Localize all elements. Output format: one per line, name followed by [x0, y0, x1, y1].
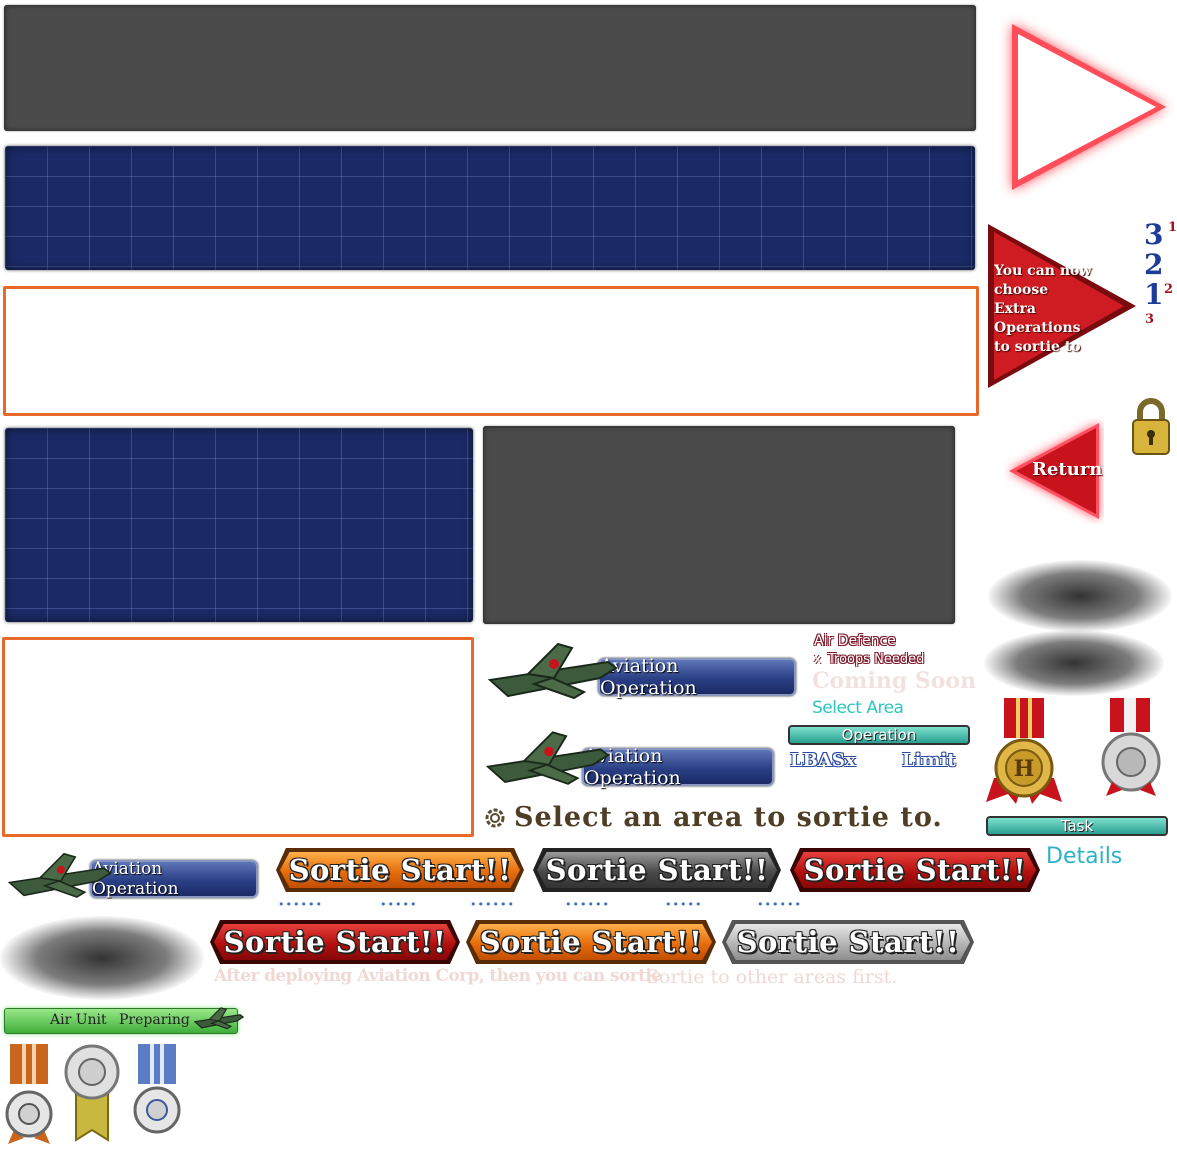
sortie-start-button[interactable]: Sortie Start!! [722, 920, 974, 964]
air-defence-label: Air Defence [814, 633, 896, 649]
sortie-start-label: Sortie Start!! [288, 853, 512, 887]
cloud-icon [984, 630, 1164, 696]
bronze-medal-icon [5, 1044, 53, 1144]
lock-icon [1132, 398, 1170, 455]
sortie-start-button[interactable]: Sortie Start!! [276, 848, 524, 892]
select-sortie-area-text: Select an area to sortie to. [514, 802, 943, 833]
rank-digit-1: 1 [1144, 278, 1164, 311]
extra-operations-text: You can now choose Extra Operations to s… [994, 263, 1092, 355]
return-label: Return [1032, 459, 1103, 480]
task-bar[interactable]: Task [986, 816, 1168, 836]
dots-decoration: •••••• [565, 898, 610, 911]
rank-small-3: 3 [1145, 312, 1155, 327]
preparing-label: Preparing [119, 1012, 190, 1028]
rank-small-1: 1 [1168, 220, 1177, 235]
extra-operations-banner: You can now choose Extra Operations to s… [986, 222, 1138, 390]
plane-icon [486, 731, 610, 785]
sortie-other-areas-text: Sortie to other areas first. [646, 966, 898, 988]
operation-bar[interactable]: Operation [788, 725, 970, 745]
aviation-operation-label: Aviation Operation [600, 655, 697, 699]
gear-icon [485, 808, 505, 828]
rank-digits: 3 2 1 1 2 3 [1142, 218, 1177, 333]
panel-outline-half [2, 637, 474, 837]
plane-icon [8, 852, 112, 898]
coming-soon-label: Coming Soon [812, 668, 977, 694]
svg-text:H: H [1014, 756, 1035, 782]
play-arrow-icon[interactable] [990, 12, 1175, 202]
dots-decoration: •••••• [470, 898, 515, 911]
times-label: x [814, 652, 822, 666]
sortie-start-label: Sortie Start!! [736, 925, 960, 959]
after-deploying-text: After deploying Aviation Corp, then you … [214, 966, 662, 986]
panel-outline-wide [3, 286, 979, 416]
sortie-start-button[interactable]: Sortie Start!! [466, 920, 716, 964]
sortie-start-button[interactable]: Sortie Start!! [790, 848, 1040, 892]
lbas-label: LBASx [790, 750, 856, 771]
sortie-start-button[interactable]: Sortie Start!! [210, 920, 460, 964]
air-unit-label: Air Unit [50, 1012, 107, 1028]
rank-digit-3: 3 [1144, 218, 1164, 251]
panel-gray-half [483, 426, 955, 624]
sortie-start-label: Sortie Start!! [223, 925, 447, 959]
dots-decoration: ••••• [665, 898, 703, 911]
aviation-operation-badge[interactable]: Aviation Operation [90, 859, 258, 899]
rank-digit-2: 2 [1144, 248, 1164, 281]
panel-navy-half [5, 428, 473, 622]
return-button[interactable]: Return [1004, 418, 1104, 524]
panel-navy-wide [5, 146, 975, 270]
rank-small-2: 2 [1164, 282, 1174, 297]
sortie-start-label: Sortie Start!! [545, 853, 769, 887]
plane-icon [488, 642, 618, 700]
details-link[interactable]: Details [1046, 844, 1122, 869]
panel-gray-wide [4, 5, 976, 131]
cloud-icon [988, 560, 1172, 632]
aviation-operation-label: Aviation Operation [92, 859, 179, 899]
dots-decoration: ••••• [380, 898, 418, 911]
select-area-label: Select Area [812, 698, 904, 718]
silver-medal-icon [1101, 698, 1161, 796]
dots-decoration: •••••• [278, 898, 323, 911]
dots-decoration: •••••• [757, 898, 802, 911]
aviation-operation-label: Aviation Operation [584, 745, 681, 789]
limit-label: Limit [902, 750, 956, 771]
sortie-start-label: Sortie Start!! [479, 925, 703, 959]
sortie-start-button[interactable]: Sortie Start!! [533, 848, 781, 892]
troops-needed-label: Troops Needed [828, 652, 925, 667]
plane-icon [194, 1007, 244, 1030]
blue-medal-icon [133, 1044, 181, 1134]
aviation-operation-badge[interactable]: Aviation Operation [598, 655, 796, 699]
aviation-operation-badge[interactable]: Aviation Operation [582, 745, 774, 789]
gold-medal-icon: H [986, 698, 1062, 804]
cloud-icon [0, 916, 204, 1000]
sortie-start-label: Sortie Start!! [803, 853, 1027, 887]
silver-ribbon-medal-icon [64, 1044, 120, 1142]
